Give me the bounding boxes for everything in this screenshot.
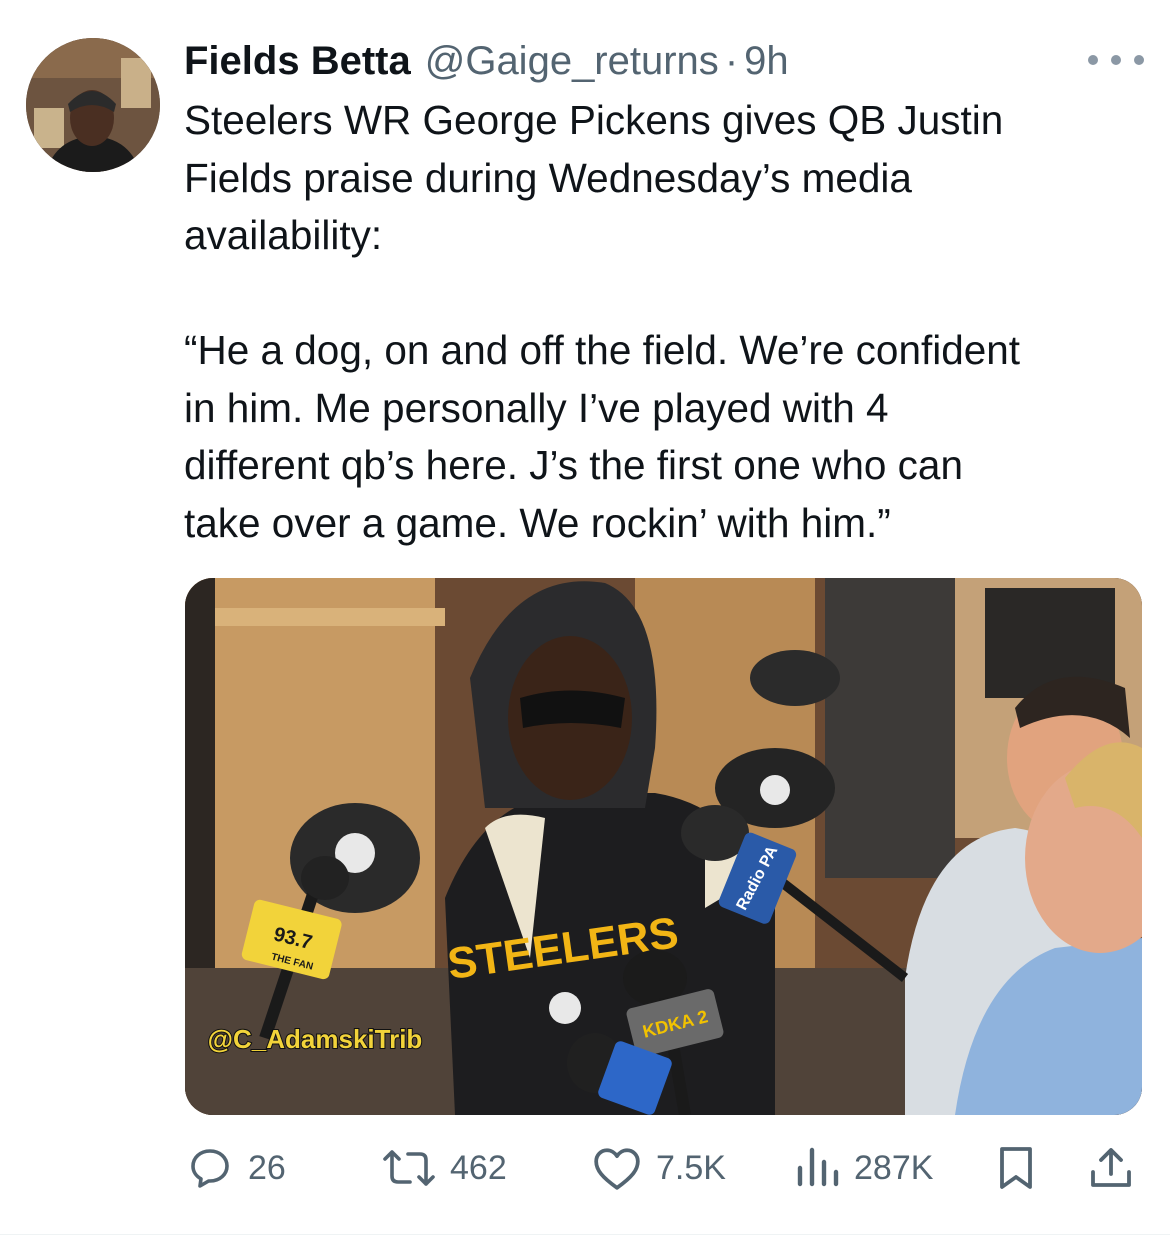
media-watermark: @C_AdamskiTrib xyxy=(208,1024,423,1054)
reply-button[interactable]: 26 xyxy=(186,1136,286,1200)
reply-count: 26 xyxy=(248,1148,286,1187)
like-button[interactable]: 7.5K xyxy=(592,1136,726,1200)
divider xyxy=(0,1234,1170,1235)
repost-count: 462 xyxy=(450,1148,507,1187)
heart-icon xyxy=(594,1148,640,1190)
tweet-media[interactable]: STEELERS 93.7 THE FAN Radio PA KDKA 2 @C… xyxy=(185,578,1142,1115)
more-dot xyxy=(1088,55,1098,65)
like-count: 7.5K xyxy=(656,1148,726,1187)
tweet-header: Fields Betta @Gaige_returns · 9h xyxy=(184,36,789,86)
views-button[interactable]: 287K xyxy=(796,1136,933,1200)
bookmark-icon xyxy=(1000,1147,1032,1189)
more-icon[interactable] xyxy=(1088,42,1144,78)
avatar-image xyxy=(26,38,160,172)
tweet-text: Steelers WR George Pickens gives QB Just… xyxy=(184,97,1021,546)
author-name[interactable]: Fields Betta xyxy=(184,39,411,84)
tweet-time[interactable]: 9h xyxy=(744,39,789,84)
views-icon xyxy=(797,1147,839,1187)
author-avatar[interactable] xyxy=(26,38,160,172)
media-photo: STEELERS 93.7 THE FAN Radio PA KDKA 2 @C… xyxy=(185,578,1142,1115)
repost-icon xyxy=(383,1150,435,1186)
views-count: 287K xyxy=(854,1148,934,1187)
more-dot xyxy=(1111,55,1121,65)
share-icon xyxy=(1091,1148,1131,1187)
share-button[interactable] xyxy=(1088,1136,1148,1200)
author-handle[interactable]: @Gaige_returns xyxy=(425,39,719,84)
tweet-actions: 26 462 7.5K 287K xyxy=(0,1136,1170,1200)
bookmark-button[interactable] xyxy=(996,1136,1050,1200)
separator-dot: · xyxy=(724,38,739,83)
reply-icon xyxy=(191,1149,229,1188)
repost-button[interactable]: 462 xyxy=(382,1136,507,1200)
more-dot xyxy=(1134,55,1144,65)
